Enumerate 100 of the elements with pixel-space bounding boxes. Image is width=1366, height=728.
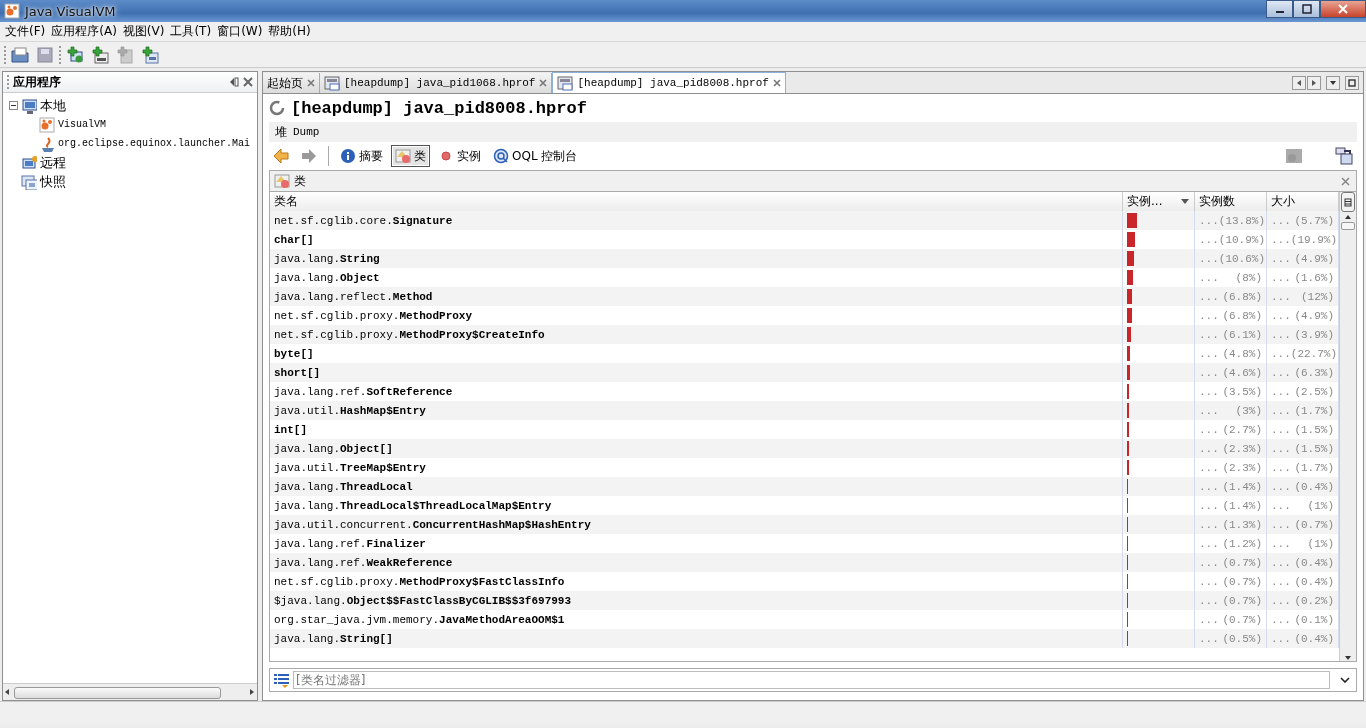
size-cell: ... xyxy=(1271,404,1291,417)
size-cell: ... xyxy=(1271,556,1291,569)
column-header[interactable]: 类名 xyxy=(270,192,1123,212)
document-tab[interactable]: [heapdump] java_pid1068.hprof xyxy=(320,73,553,93)
collapse-toggle[interactable] xyxy=(9,101,18,110)
scrollbar-thumb[interactable] xyxy=(1341,222,1355,230)
minimize-button[interactable] xyxy=(1266,0,1293,18)
minimize-icon xyxy=(1275,11,1284,13)
count-cell: ... xyxy=(1199,233,1219,246)
scroll-tabs-right-button[interactable] xyxy=(1307,75,1321,90)
class-name-cell: java.lang.Object[] xyxy=(270,439,1123,458)
scrollbar-thumb[interactable] xyxy=(14,687,221,699)
view-tab[interactable]: 实例 xyxy=(434,145,485,167)
maximize-button[interactable] xyxy=(1345,75,1359,90)
maximize-button[interactable] xyxy=(1293,0,1320,18)
count-cell: ... xyxy=(1199,518,1219,531)
add-snapshot-icon xyxy=(141,45,159,64)
heap-dump-icon xyxy=(324,75,340,91)
maximize-icon xyxy=(1348,78,1356,87)
size-cell: ... xyxy=(1271,290,1291,303)
close-icon xyxy=(1341,176,1350,186)
view-tab[interactable]: 摘要 xyxy=(336,145,387,167)
size-cell: ... xyxy=(1271,632,1291,645)
class-name-cell: net.sf.cglib.core.Signature xyxy=(270,211,1123,230)
percent-cell: (8%) xyxy=(1235,271,1262,284)
percent-cell: (0.2%) xyxy=(1294,594,1334,607)
percent-cell: (6.3%) xyxy=(1294,366,1334,379)
scroll-tabs-left-button[interactable] xyxy=(1292,75,1306,90)
count-cell: ... xyxy=(1199,575,1219,588)
column-header[interactable]: 实例数 xyxy=(1195,192,1267,212)
class-name-cell: java.util.concurrent.ConcurrentHashMap$HashEntry xyxy=(270,515,1123,534)
window-icon xyxy=(1335,147,1353,165)
count-cell: ... xyxy=(1199,499,1219,512)
percent-cell: (1.5%) xyxy=(1294,442,1334,455)
percent-cell: (1.4%) xyxy=(1222,480,1262,493)
caret-icon xyxy=(1340,677,1350,683)
count-cell: ... xyxy=(1199,423,1219,436)
close-button[interactable] xyxy=(1320,0,1366,18)
tree-item[interactable]: 本地 xyxy=(40,96,66,115)
percent-cell: (1%) xyxy=(1307,499,1334,512)
back-arrow-icon xyxy=(273,148,289,164)
class-name-cell: java.util.HashMap$Entry xyxy=(270,401,1123,420)
count-cell: ... xyxy=(1199,252,1219,265)
percent-cell: (3.5%) xyxy=(1222,385,1262,398)
menu-item[interactable]: 视图(V) xyxy=(119,23,168,40)
percent-cell: (6.8%) xyxy=(1222,290,1262,303)
size-cell: ... xyxy=(1271,442,1291,455)
percent-cell: (5.7%) xyxy=(1294,214,1334,227)
minus-icon xyxy=(11,105,16,106)
tree-item[interactable]: VisualVM xyxy=(58,119,106,130)
percent-cell: (1.2%) xyxy=(1222,537,1262,550)
tree-item[interactable]: 快照 xyxy=(40,172,66,191)
percent-cell: (10.6%) xyxy=(1218,252,1266,265)
horizontal-scrollbar[interactable] xyxy=(3,683,257,700)
menu-item[interactable]: 窗口(W) xyxy=(214,23,266,40)
percent-cell: (0.5%) xyxy=(1222,632,1262,645)
size-cell: ... xyxy=(1271,366,1291,379)
column-header[interactable]: 实例... xyxy=(1123,192,1195,212)
network-computer-icon xyxy=(21,154,37,171)
percent-cell: (2.3%) xyxy=(1222,442,1262,455)
java-cup-icon xyxy=(39,135,55,152)
class-name-cell: java.lang.String xyxy=(270,249,1123,268)
percent-cell: (0.7%) xyxy=(1222,575,1262,588)
size-cell: ... xyxy=(1271,214,1291,227)
view-tab[interactable]: OQL 控制台 xyxy=(489,145,582,167)
menu-item[interactable]: 文件(F) xyxy=(2,23,49,40)
filter-field[interactable]: [类名过滤器] xyxy=(293,671,1330,689)
tree-item[interactable]: org.eclipse.equinox.launcher.Mai xyxy=(58,138,251,149)
subtab-label[interactable]: 堆 xyxy=(275,123,287,141)
column-header[interactable]: 大小 xyxy=(1267,192,1339,212)
scroll-left-icon xyxy=(3,687,12,697)
add-jmx-connection-button[interactable] xyxy=(89,43,111,66)
menu-item[interactable]: 帮助(H) xyxy=(265,23,314,40)
percent-cell: (6.8%) xyxy=(1222,309,1262,322)
menu-item[interactable]: 工具(T) xyxy=(167,23,215,40)
panel-title: 应用程序 xyxy=(13,73,62,91)
vertical-scrollbar[interactable] xyxy=(1339,192,1356,661)
close-icon xyxy=(1338,4,1348,14)
percent-cell: (2.3%) xyxy=(1222,461,1262,474)
panel-title: 类 xyxy=(294,172,307,190)
view-tab[interactable]: 类 xyxy=(391,145,430,167)
classes-icon xyxy=(395,148,411,164)
document-tab[interactable]: [heapdump] java_pid8008.hprof xyxy=(552,72,786,93)
class-name-cell: java.lang.reflect.Method xyxy=(270,287,1123,306)
left-arrow-icon xyxy=(1295,78,1303,87)
percent-cell: (0.4%) xyxy=(1294,480,1334,493)
percent-cell: (3%) xyxy=(1235,404,1262,417)
tab-list-button[interactable] xyxy=(1326,75,1340,90)
size-cell: ... xyxy=(1271,537,1291,550)
percent-cell: (10.9%) xyxy=(1218,233,1266,246)
size-cell: ... xyxy=(1271,518,1291,531)
menu-item[interactable]: 应用程序(A) xyxy=(48,23,120,40)
percent-cell: (2.7%) xyxy=(1222,423,1262,436)
document-tab[interactable]: 起始页 xyxy=(263,73,320,93)
class-name-cell: java.lang.String[] xyxy=(270,629,1123,648)
tree-item[interactable]: 远程 xyxy=(40,153,66,172)
percent-cell: (3.9%) xyxy=(1294,328,1334,341)
add-snapshot-button[interactable] xyxy=(139,43,161,66)
percent-cell: (1.7%) xyxy=(1294,404,1334,417)
dot-icon xyxy=(438,148,454,164)
